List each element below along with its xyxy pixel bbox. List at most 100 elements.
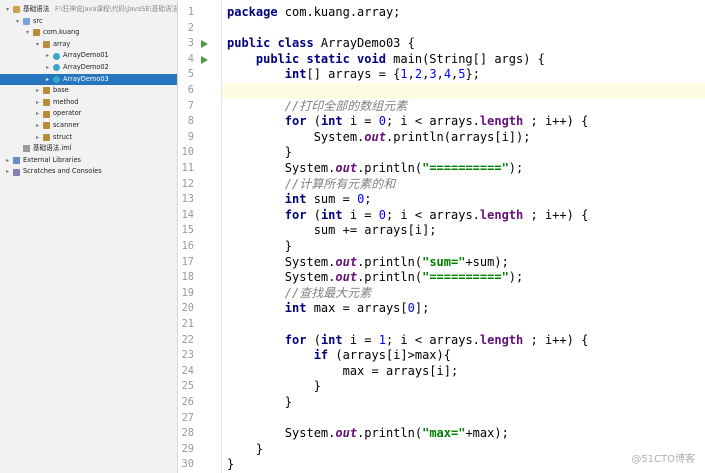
code-line[interactable]: } [227, 379, 321, 395]
code-token: for [284, 114, 307, 129]
code-token: out [335, 270, 358, 285]
tree-item-iml[interactable]: 基础语法.iml [0, 143, 177, 155]
code-line[interactable]: max = arrays[i]; [227, 364, 459, 380]
code-line[interactable]: System.out.println("sum="+sum); [227, 255, 509, 271]
code-token: out [335, 161, 358, 175]
code-line[interactable]: for (int i = 0; i < arrays.length ; i++)… [227, 114, 589, 130]
chevron-down-icon[interactable]: ▾ [4, 4, 11, 16]
code-token: 0 [407, 301, 415, 316]
line-number: 20 [181, 302, 194, 315]
code-token: public class [227, 36, 314, 51]
code-token: , [436, 67, 444, 82]
tree-item-arraydemo01[interactable]: ▸ ArrayDemo01 [0, 50, 177, 62]
line-number: 28 [181, 427, 194, 440]
tree-item-struct[interactable]: ▸ struct [0, 132, 177, 144]
code-token: int [284, 192, 307, 207]
run-gutter-icon[interactable] [201, 55, 208, 64]
code-token: System. [227, 270, 336, 285]
code-line[interactable]: int sum = 0; [227, 192, 372, 208]
code-line[interactable]: int max = arrays[0]; [227, 301, 430, 317]
tree-item-label: Scratches and Consoles [23, 167, 102, 176]
chevron-right-icon[interactable]: ▸ [4, 155, 11, 167]
scratches-icon [13, 168, 20, 176]
code-token: } [227, 441, 264, 456]
tree-item-array[interactable]: ▾ array [0, 39, 177, 51]
code-line[interactable]: //查找最大元素 [227, 286, 371, 302]
class-icon [53, 64, 60, 72]
code-line[interactable]: for (int i = 1; i < arrays.length ; i++)… [227, 332, 589, 349]
tree-item-method[interactable]: ▸ method [0, 97, 177, 109]
code-token: System. [227, 161, 336, 175]
code-line[interactable]: } [227, 239, 292, 255]
tree-item-arraydemo03[interactable]: ▸ ArrayDemo03 [0, 73, 177, 86]
code-line[interactable]: //打印全部的数组元素 [227, 99, 407, 115]
code-line[interactable]: package com.kuang.array; [227, 5, 400, 21]
tree-item-scanner[interactable]: ▸ scanner [0, 120, 177, 132]
code-token: max = arrays[ [306, 301, 408, 316]
line-number: 12 [181, 177, 194, 190]
code-token: .println( [357, 161, 423, 175]
class-icon [53, 75, 60, 83]
project-tree-panel[interactable]: ▾ 基础语法 F:\狂神说Java课程\代码\JavaSE\基础语法 ▾ src ▾ com… [0, 0, 178, 473]
code-line[interactable]: System.out.println(arrays[i]); [227, 130, 531, 146]
code-line[interactable]: public class ArrayDemo03 { [227, 36, 415, 52]
package-icon [43, 87, 50, 95]
tree-item-scratches-and-consoles[interactable]: ▸ Scratches and Consoles [0, 166, 177, 178]
code-token: main(String[] args) { [385, 51, 545, 66]
chevron-right-icon[interactable]: ▸ [44, 50, 51, 62]
tree-item-external-libraries[interactable]: ▸ External Libraries [0, 155, 177, 167]
chevron-down-icon[interactable]: ▾ [24, 27, 31, 39]
code-token: [] arrays = { [306, 67, 401, 82]
code-token: "==========" [422, 161, 509, 175]
code-editor[interactable]: package com.kuang.array; public class Arr… [222, 0, 705, 473]
chevron-right-icon[interactable]: ▸ [34, 97, 41, 109]
tree-item-[interactable]: ▾ 基础语法 F:\狂神说Java课程\代码\JavaSE\基础语法 [0, 4, 177, 16]
line-number: 17 [181, 255, 194, 268]
libraries-icon [13, 157, 20, 165]
chevron-right-icon[interactable]: ▸ [44, 62, 51, 74]
tree-item-operator[interactable]: ▸ operator [0, 108, 177, 120]
folder-icon [13, 6, 20, 14]
chevron-right-icon[interactable]: ▸ [34, 120, 41, 132]
code-token: length [479, 332, 524, 347]
code-token: .println( [357, 426, 423, 441]
code-line[interactable]: for (int i = 0; i < arrays.length ; i++)… [227, 208, 589, 224]
chevron-right-icon[interactable]: ▸ [34, 85, 41, 97]
tree-item-base[interactable]: ▸ base [0, 85, 177, 97]
chevron-right-icon[interactable]: ▸ [34, 132, 41, 144]
code-token: } [227, 457, 235, 472]
tree-item-src[interactable]: ▾ src [0, 16, 177, 28]
tree-item-com-kuang[interactable]: ▾ com.kuang [0, 27, 177, 39]
code-line[interactable]: if (arrays[i]>max){ [227, 348, 451, 364]
chevron-right-icon[interactable]: ▸ [34, 108, 41, 120]
tree-item-label: External Libraries [23, 155, 81, 164]
code-line[interactable]: int[] arrays = {1,2,3,4,5}; [227, 67, 480, 83]
code-line[interactable]: } [227, 145, 292, 161]
tree-item-arraydemo02[interactable]: ▸ ArrayDemo02 [0, 62, 177, 74]
code-token: i = [342, 114, 379, 129]
chevron-down-icon[interactable]: ▾ [34, 39, 41, 51]
code-token: .println( [357, 254, 423, 269]
code-line[interactable]: System.out.println("=========="); [227, 161, 523, 177]
run-gutter-icon[interactable] [201, 40, 208, 49]
code-line[interactable]: } [227, 442, 263, 458]
line-number: 30 [181, 458, 194, 471]
code-line[interactable]: public static void main(String[] args) { [227, 52, 545, 68]
tree-item-label: array [53, 39, 71, 48]
chevron-right-icon[interactable]: ▸ [4, 166, 11, 178]
code-line[interactable]: } [227, 457, 234, 473]
tree-item-label: 基础语法.iml [33, 144, 72, 153]
code-line[interactable]: System.out.println("max="+max); [227, 426, 509, 442]
chevron-right-icon[interactable]: ▸ [44, 74, 51, 86]
tree-item-label: struct [53, 132, 73, 141]
code-line[interactable]: sum += arrays[i]; [227, 223, 437, 239]
code-line[interactable]: System.out.println("=========="); [227, 270, 523, 286]
code-line[interactable]: } [227, 395, 292, 411]
line-number: 25 [181, 380, 194, 393]
chevron-down-icon[interactable]: ▾ [14, 16, 21, 28]
code-token: int [320, 332, 343, 347]
code-line[interactable]: //计算所有元素的和 [227, 177, 395, 193]
code-token: out [335, 426, 358, 441]
